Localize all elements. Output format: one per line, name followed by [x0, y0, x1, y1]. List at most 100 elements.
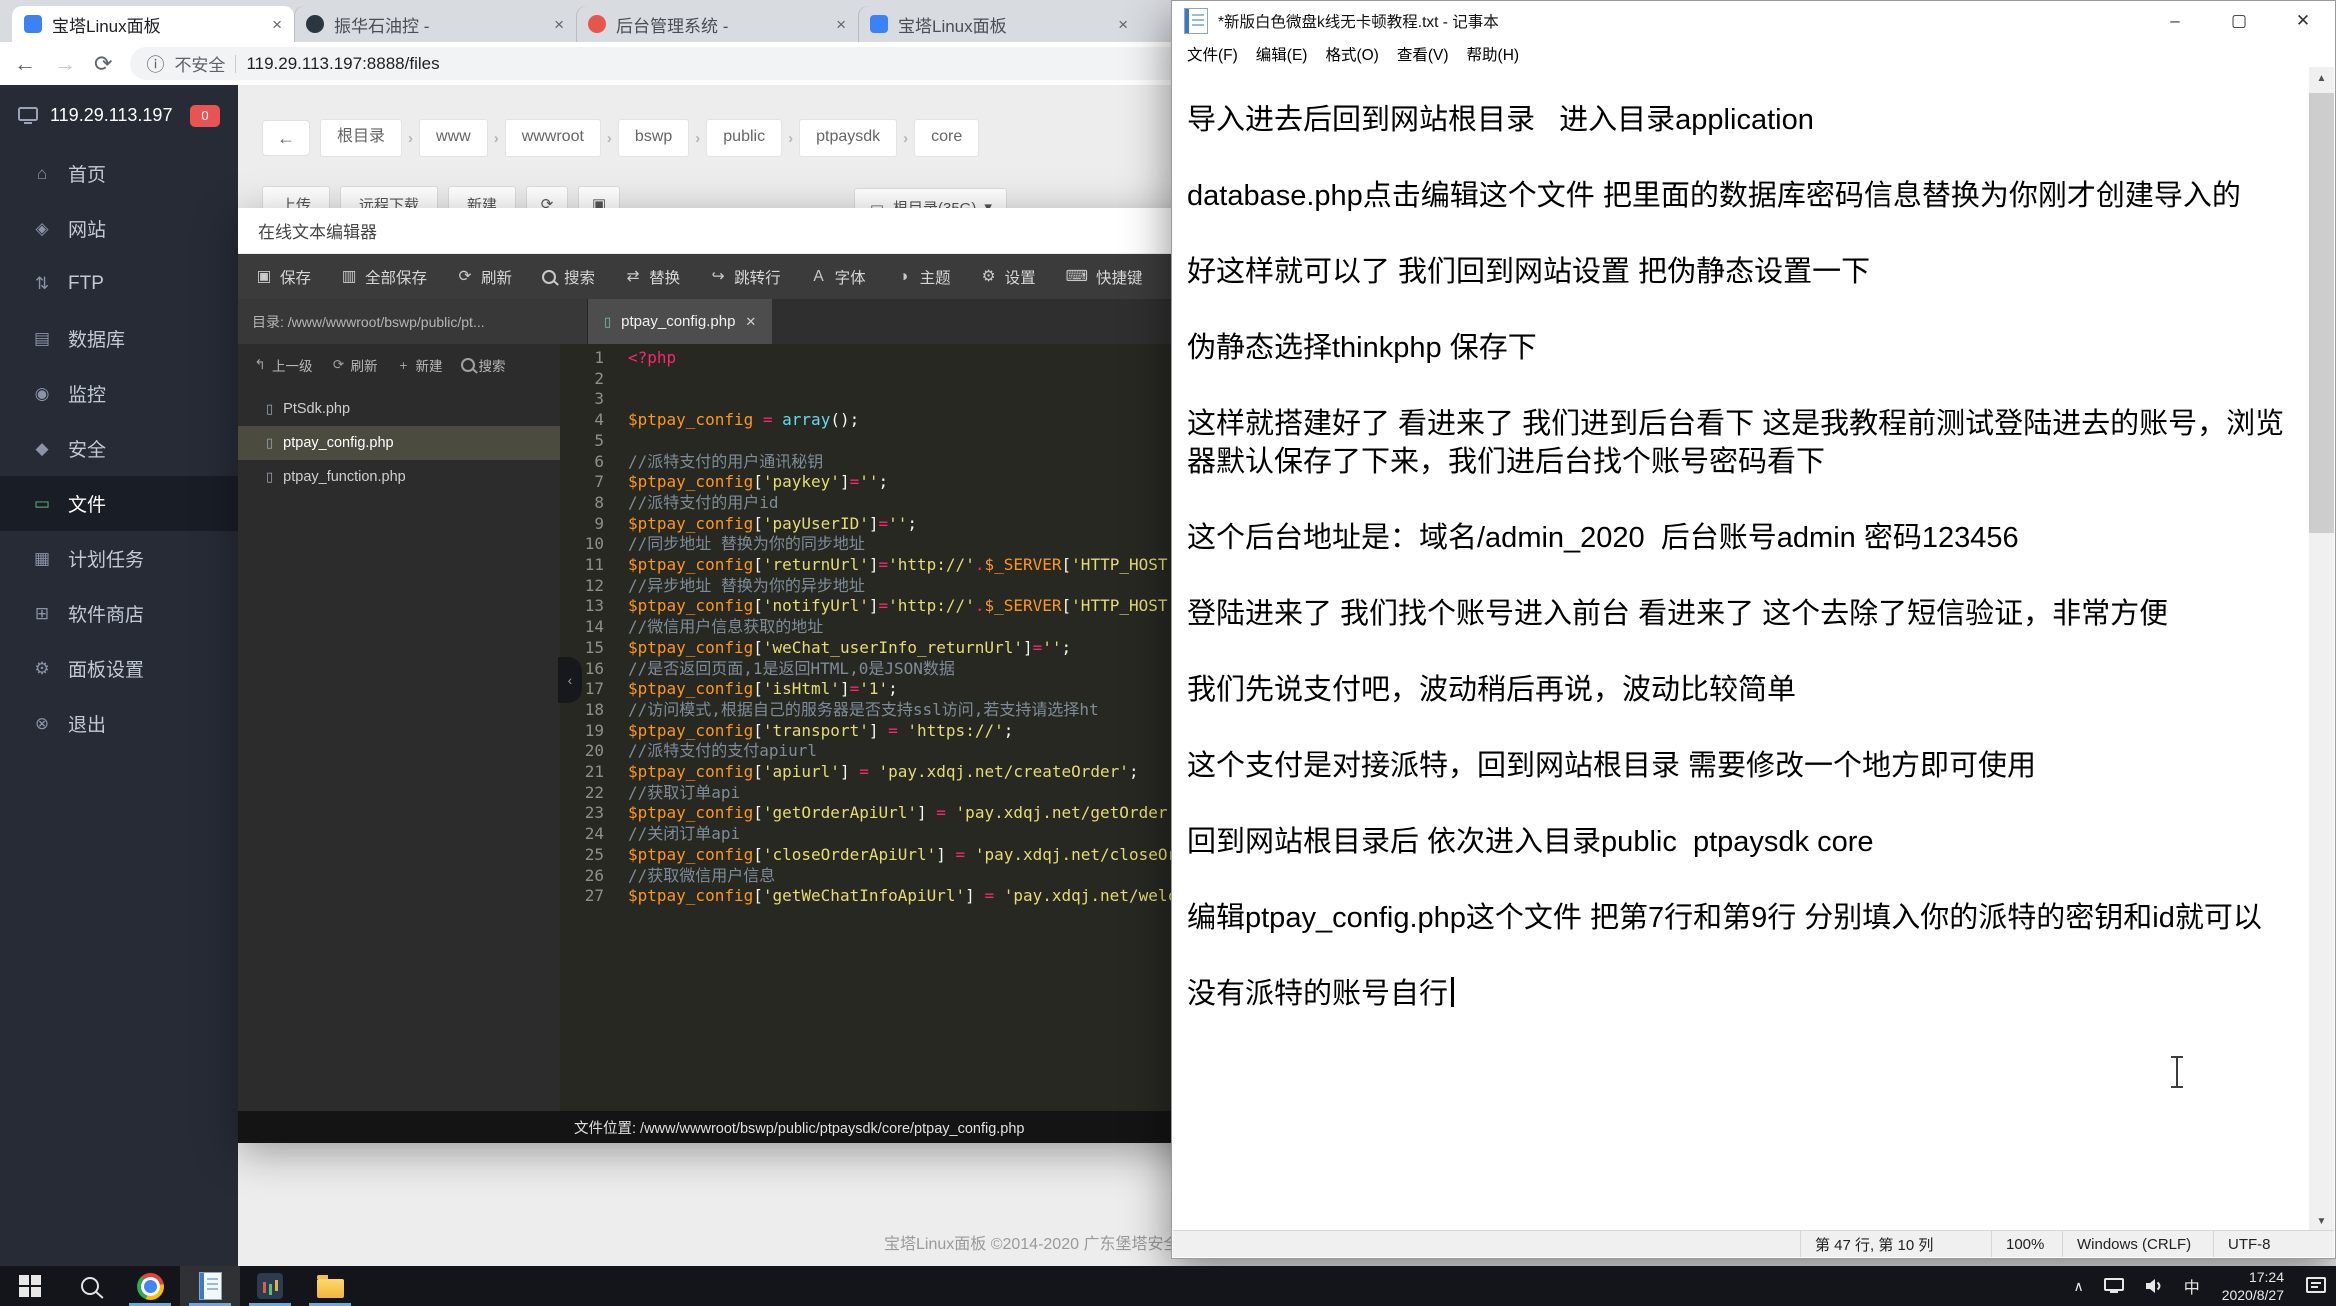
- arrow-left-icon: ←: [277, 127, 295, 148]
- sidebar-item[interactable]: ⌂ 首页: [0, 146, 238, 201]
- menu-item[interactable]: 格式(O): [1316, 43, 1387, 65]
- info-icon[interactable]: ⓘ: [146, 51, 164, 77]
- notepad-text-area[interactable]: 导入进去后回到网站根目录 进入目录application database.php…: [1173, 67, 2309, 1232]
- hidden-icons-chevron-icon[interactable]: ∧: [2063, 1278, 2093, 1295]
- editor-toolbar-button[interactable]: ⚙ 设置: [981, 266, 1036, 288]
- file-panel-action[interactable]: ⟳ 刷新: [331, 355, 378, 375]
- sidebar-item-label: 文件: [68, 495, 107, 516]
- taskbar-explorer-icon[interactable]: [300, 1266, 360, 1306]
- security-icon: ◆: [35, 438, 49, 458]
- scrollbar-th umb[interactable]: [2309, 93, 2334, 533]
- breadcrumb-item[interactable]: ptpaysdk: [799, 119, 898, 157]
- menu-item[interactable]: 查看(V): [1388, 43, 1458, 65]
- taskbar-chrome-icon[interactable]: [120, 1266, 180, 1306]
- breadcrumb-item[interactable]: www: [419, 119, 488, 157]
- taskbar-search-icon[interactable]: [60, 1266, 120, 1306]
- file-tree-item[interactable]: ▯ ptpay_function.php: [238, 460, 560, 494]
- breadcrumb-item[interactable]: core: [914, 119, 980, 157]
- breadcrumb-item[interactable]: bswp: [617, 119, 690, 157]
- collapse-panel-handle[interactable]: ‹: [558, 657, 582, 703]
- scrollbar[interactable]: ▲ ▼: [2309, 67, 2334, 1232]
- editor-toolbar-button[interactable]: ⇄ 替换: [625, 266, 681, 288]
- sidebar-item[interactable]: ⚙ 面板设置: [0, 641, 238, 696]
- notepad-titlebar[interactable]: *新版白色微盘k线无卡顿教程.txt - 记事本 – ▢ ✕: [1172, 1, 2335, 41]
- editor-toolbar-button[interactable]: 搜索: [542, 266, 595, 288]
- notepad-window: *新版白色微盘k线无卡顿教程.txt - 记事本 – ▢ ✕ 文件(F) 编辑(E…: [1171, 0, 2336, 1259]
- taskbar-notepad-icon[interactable]: [180, 1266, 240, 1306]
- notification-badge[interactable]: 0: [190, 104, 220, 127]
- sidebar-item[interactable]: ▦ 计划任务: [0, 531, 238, 586]
- file-panel-action[interactable]: 搜索: [460, 355, 506, 375]
- sidebar-item[interactable]: ⊗ 退出: [0, 696, 238, 751]
- line-number: 4: [594, 410, 604, 430]
- menu-item[interactable]: 帮助(H): [1458, 43, 1529, 65]
- sidebar-item[interactable]: ◉ 监控: [0, 366, 238, 421]
- clock[interactable]: 17:24 2020/8/27: [2210, 1268, 2296, 1304]
- sidebar-item[interactable]: ⊞ 软件商店: [0, 586, 238, 641]
- ime-indicator[interactable]: 中: [2174, 1274, 2210, 1298]
- save-icon: ▣: [256, 268, 272, 285]
- tab-close-icon[interactable]: ×: [836, 16, 846, 33]
- menu-item[interactable]: 文件(F): [1178, 43, 1247, 65]
- code-text: //派特支付的支付apiurl: [628, 741, 818, 761]
- browser-tab[interactable]: 振华石油控 - ×: [294, 6, 576, 42]
- back-icon[interactable]: ←: [14, 51, 36, 77]
- text-line: [1187, 557, 2291, 595]
- browser-tab[interactable]: 宝塔Linux面板 ×: [858, 6, 1140, 42]
- sidebar-item[interactable]: ◆ 安全: [0, 421, 238, 476]
- file-tree-item[interactable]: ▯ ptpay_config.php: [238, 426, 560, 460]
- sidebar-item[interactable]: ⇅ FTP: [0, 256, 238, 311]
- editor-toolbar-button[interactable]: ◑ 主题: [896, 266, 951, 288]
- code-text: $ptpay_config['getOrderApiUrl'] = 'pay.x…: [628, 803, 1187, 823]
- volume-icon[interactable]: [2134, 1278, 2174, 1294]
- cron-icon: ▦: [33, 548, 51, 568]
- editor-toolbar-button[interactable]: ▣ 保存: [256, 266, 311, 288]
- editor-toolbar-button[interactable]: A 字体: [811, 266, 865, 288]
- tab-close-icon[interactable]: ×: [1118, 16, 1128, 33]
- monitor-icon: ◉: [34, 383, 50, 403]
- network-icon[interactable]: [2094, 1278, 2134, 1294]
- taskbar-start-icon[interactable]: [0, 1266, 60, 1306]
- browser-tab[interactable]: 宝塔Linux面板 ×: [12, 6, 294, 42]
- tab-title: 宝塔Linux面板: [52, 16, 161, 36]
- sidebar-item[interactable]: ▤ 数据库: [0, 311, 238, 366]
- forward-icon[interactable]: →: [54, 51, 76, 77]
- breadcrumb-item[interactable]: 根目录: [320, 119, 403, 157]
- breadcrumb-item[interactable]: wwwroot: [504, 119, 601, 157]
- taskbar-app-icon[interactable]: [240, 1266, 300, 1306]
- scroll-down-icon[interactable]: ▼: [2309, 1210, 2334, 1232]
- browser-tab[interactable]: 后台管理系统 - ×: [576, 6, 858, 42]
- breadcrumb-item[interactable]: public: [706, 119, 783, 157]
- file-panel-action[interactable]: ↰ 上一级: [252, 355, 312, 375]
- notepad-title: *新版白色微盘k线无卡顿教程.txt - 记事本: [1218, 14, 1499, 31]
- sidebar-item[interactable]: ▭ 文件: [0, 476, 238, 531]
- scroll-up-icon[interactable]: ▲: [2309, 67, 2334, 89]
- editor-toolbar-label: 搜索: [564, 269, 596, 287]
- maximize-button[interactable]: ▢: [2207, 1, 2271, 41]
- sidebar-item[interactable]: ◈ 网站: [0, 201, 238, 256]
- file-tab[interactable]: ▯ ptpay_config.php ✕: [588, 299, 773, 344]
- action-center-icon[interactable]: [2296, 1277, 2336, 1295]
- minimize-button[interactable]: –: [2143, 1, 2207, 41]
- server-row[interactable]: 119.29.113.197 0: [0, 85, 238, 146]
- menu-item[interactable]: 编辑(E): [1247, 43, 1317, 65]
- breadcrumb-items: 根目录 › www › wwwroot › bswp › public › ptpaysdk › cor…: [320, 119, 980, 157]
- file-panel-action[interactable]: + 新建: [396, 355, 443, 375]
- reload-icon[interactable]: ⟳: [94, 51, 112, 77]
- editor-toolbar-button[interactable]: ▥ 全部保存: [341, 266, 427, 288]
- files-icon: ▭: [33, 493, 51, 513]
- line-number: 5: [594, 430, 604, 450]
- tab-close-icon[interactable]: ×: [272, 16, 282, 33]
- file-tree-item[interactable]: ▯ PtSdk.php: [238, 392, 560, 426]
- tab-close-icon[interactable]: ×: [554, 16, 564, 33]
- website-icon: ◈: [35, 218, 49, 238]
- refresh-icon: ⟳: [458, 268, 472, 285]
- editor-toolbar-button[interactable]: ⟳ 刷新: [457, 266, 513, 288]
- sidebar-item-label: 数据库: [68, 330, 126, 351]
- editor-toolbar-button[interactable]: ⌨ 快捷键: [1066, 266, 1143, 288]
- close-button[interactable]: ✕: [2271, 1, 2335, 41]
- breadcrumb-back-button[interactable]: ←: [262, 120, 310, 156]
- tab-close-icon[interactable]: ✕: [745, 314, 756, 330]
- code-text: $ptpay_config['notifyUrl']='http://'.$_S…: [628, 596, 1187, 616]
- editor-toolbar-button[interactable]: ↪ 跳转行: [710, 266, 781, 288]
